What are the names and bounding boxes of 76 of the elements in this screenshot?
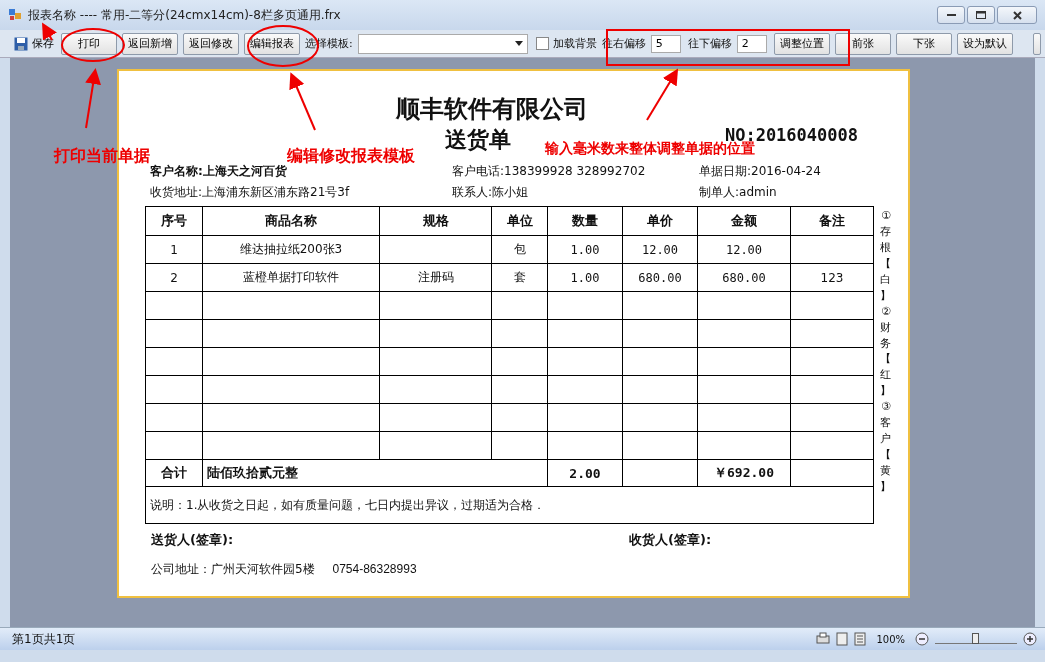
column-header: 金额 — [697, 206, 791, 236]
toolbar-button[interactable]: 返回修改 — [183, 32, 239, 55]
zoom-level: 100% — [876, 633, 905, 645]
column-header: 序号 — [145, 206, 203, 236]
total-label: 合计 — [161, 465, 187, 480]
toolbar-button[interactable]: 编辑报表 — [244, 32, 300, 55]
table-cell: 维达抽拉纸200张3 — [239, 242, 343, 256]
info-field: 制单人:admin — [699, 185, 777, 199]
annotation-text: 编辑修改报表模板 — [287, 146, 415, 167]
offset-input[interactable]: 2 — [736, 34, 767, 53]
offset-input[interactable]: 5 — [650, 34, 681, 53]
toolbar-button[interactable] — [1033, 32, 1041, 55]
page-indicator: 第1页共1页 — [12, 630, 76, 648]
toolbar-button[interactable]: 返回新增 — [122, 32, 178, 55]
table-cell: 2 — [170, 270, 178, 285]
caret-icon — [514, 41, 523, 46]
table-cell: 蓝橙单据打印软件 — [243, 270, 339, 284]
company-name: 顺丰软件有限公司 — [395, 94, 588, 125]
table-cell: 680.00 — [722, 270, 766, 285]
info-field: 单据日期:2016-04-24 — [699, 164, 821, 178]
company-address: 公司地址：广州天河软件园5楼 — [151, 562, 315, 576]
table-cell: 680.00 — [638, 270, 682, 285]
close-button[interactable] — [997, 6, 1037, 24]
window-title: 报表名称 ---- 常用-二等分(24cmx14cm)-8栏多页通用.frx — [28, 6, 341, 24]
maximize-icon — [976, 11, 986, 19]
field-label: 往下偏移 — [687, 36, 732, 51]
info-field: 收货地址:上海浦东新区浦东路21号3f — [150, 185, 350, 199]
zoom-in-icon[interactable] — [1023, 632, 1037, 646]
total-amount: ￥692.00 — [714, 465, 774, 480]
column-header: 规格 — [379, 206, 492, 236]
info-field: 客户名称:上海天之河百货 — [150, 164, 287, 178]
table-cell: 1 — [170, 242, 178, 257]
note-text: 说明：1.从收货之日起，如有质量问题，七日内提出异议，过期适为合格． — [150, 497, 546, 512]
column-header: 数量 — [547, 206, 623, 236]
column-header: 单位 — [491, 206, 548, 236]
highlight-ellipse — [61, 28, 125, 62]
zoom-slider[interactable] — [935, 634, 1017, 644]
signature-label: 送货人(签章): — [151, 531, 235, 549]
table-cell: 注册码 — [417, 270, 454, 284]
multi-page-icon[interactable] — [854, 632, 867, 646]
table-cell: 1.00 — [570, 270, 600, 285]
toolbar-button[interactable]: 打印 — [61, 32, 117, 55]
toolbar-button[interactable]: 设为默认 — [956, 32, 1013, 55]
toolbar-button[interactable]: 调整位置 — [773, 32, 830, 55]
copy-labels: ①存根【白】②财务【红】③客户【黄】 — [879, 208, 893, 495]
minimize-button[interactable] — [937, 6, 965, 24]
app-icon — [8, 8, 22, 22]
phone-number: 0754-86328993 — [332, 562, 417, 576]
table-cell: 1.00 — [570, 242, 600, 257]
info-field: 客户电话:138399928 328992702 — [452, 164, 646, 178]
signature-label: 收货人(签章): — [629, 531, 712, 549]
save-button[interactable]: 保存 — [12, 36, 56, 51]
table-cell: 12.00 — [641, 242, 679, 257]
minimize-icon — [946, 13, 956, 17]
toolbar-button[interactable]: 前张 — [834, 32, 891, 55]
table-cell: 12.00 — [725, 242, 763, 257]
table-cell: 套 — [513, 270, 526, 284]
column-header: 单价 — [622, 206, 698, 236]
column-header: 商品名称 — [202, 206, 380, 236]
column-header: 备注 — [790, 206, 874, 236]
info-field: 联系人:陈小姐 — [452, 185, 529, 199]
maximize-button[interactable] — [967, 6, 995, 24]
annotation-arrow — [85, 68, 101, 129]
amount-in-words: 陆佰玖拾贰元整 — [207, 465, 298, 480]
zoom-out-icon[interactable] — [915, 632, 929, 646]
table-cell: 包 — [513, 242, 526, 256]
document-title: 送货单 — [445, 126, 511, 154]
table-cell: 123 — [820, 270, 844, 285]
annotation-arrow — [646, 68, 679, 121]
total-quantity: 2.00 — [569, 465, 601, 481]
single-page-icon[interactable] — [836, 632, 849, 646]
toolbar-button[interactable]: 下张 — [895, 32, 952, 55]
background-checkbox[interactable]: 加载背景 — [535, 36, 597, 51]
close-icon — [1012, 10, 1022, 20]
printer-icon[interactable] — [816, 632, 831, 646]
annotation-arrow — [289, 72, 316, 131]
